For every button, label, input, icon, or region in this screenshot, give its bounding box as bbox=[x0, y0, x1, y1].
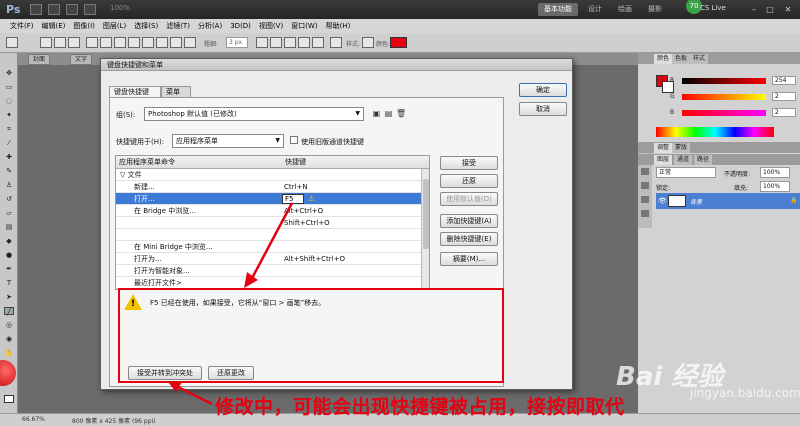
arrow-to-message bbox=[248, 202, 294, 283]
baidu-watermark-url: jingyan.baidu.com bbox=[690, 386, 800, 400]
annotation-text: 修改中，可能会出现快捷键被占用，接按即取代 bbox=[215, 396, 625, 418]
arrowhead-message bbox=[244, 272, 258, 288]
arrow-to-buttons bbox=[175, 384, 213, 406]
